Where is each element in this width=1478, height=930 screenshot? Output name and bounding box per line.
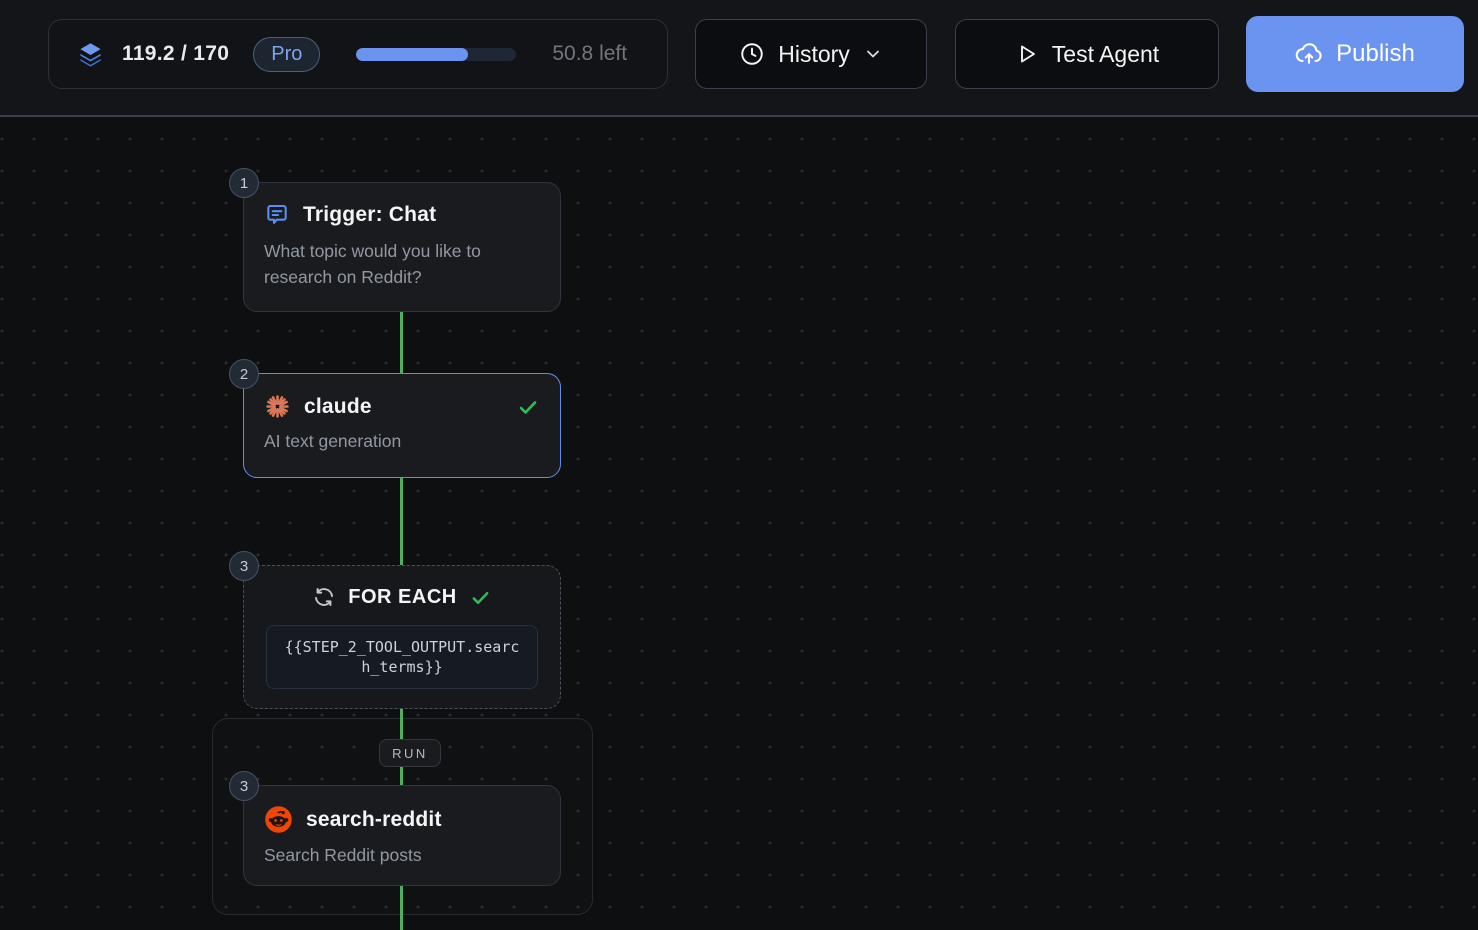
- step-badge: 1: [229, 168, 259, 198]
- node-subtitle: AI text generation: [264, 428, 540, 454]
- loop-icon: [312, 585, 336, 609]
- reddit-icon: [264, 805, 293, 834]
- node-subtitle: Search Reddit posts: [264, 842, 540, 868]
- topbar: 119.2 / 170 Pro 50.8 left History Test A…: [0, 0, 1478, 117]
- credits-usage: 119.2 / 170: [122, 42, 229, 66]
- node-title: Trigger: Chat: [303, 203, 436, 227]
- credits-remaining: 50.8 left: [552, 42, 627, 66]
- chat-bubble-icon: [264, 202, 290, 228]
- publish-label: Publish: [1336, 40, 1415, 68]
- credits-widget[interactable]: 119.2 / 170 Pro 50.8 left: [48, 19, 668, 89]
- step-badge: 3: [229, 551, 259, 581]
- plan-badge[interactable]: Pro: [253, 37, 320, 72]
- test-agent-label: Test Agent: [1052, 41, 1159, 68]
- node-search-reddit[interactable]: 3 search: [243, 785, 561, 886]
- chevron-down-icon: [863, 44, 883, 64]
- history-label: History: [778, 41, 850, 68]
- loop-input-expression[interactable]: {{STEP_2_TOOL_OUTPUT.search_terms}}: [266, 625, 538, 689]
- node-title: claude: [304, 395, 372, 419]
- workflow-canvas[interactable]: RUN 1 Trigger: Chat What topic would you…: [0, 117, 1478, 930]
- play-icon: [1015, 42, 1039, 66]
- node-title: search-reddit: [306, 808, 442, 832]
- publish-button[interactable]: Publish: [1246, 16, 1464, 92]
- history-button[interactable]: History: [695, 19, 927, 89]
- success-check-icon: [516, 395, 540, 419]
- claude-icon: [264, 393, 291, 420]
- credits-progress-bar: [356, 48, 516, 61]
- cloud-upload-icon: [1295, 40, 1323, 68]
- node-claude[interactable]: 2 claude: [243, 373, 561, 478]
- node-subtitle: What topic would you like to research on…: [264, 238, 540, 290]
- node-title: FOR EACH: [348, 586, 456, 609]
- layers-icon: [77, 40, 104, 69]
- step-badge: 3: [229, 771, 259, 801]
- node-for-each[interactable]: 3 FOR EACH {{STEP_2_TOOL_OUTPUT.search_t…: [243, 565, 561, 709]
- success-check-icon: [469, 586, 492, 609]
- test-agent-button[interactable]: Test Agent: [955, 19, 1219, 89]
- credits-progress-fill: [356, 48, 468, 61]
- step-badge: 2: [229, 359, 259, 389]
- clock-icon: [739, 41, 765, 67]
- agent-builder-app: 119.2 / 170 Pro 50.8 left History Test A…: [0, 0, 1478, 930]
- run-group-label: RUN: [379, 739, 441, 767]
- node-trigger-chat[interactable]: 1 Trigger: Chat What topic would you lik…: [243, 182, 561, 312]
